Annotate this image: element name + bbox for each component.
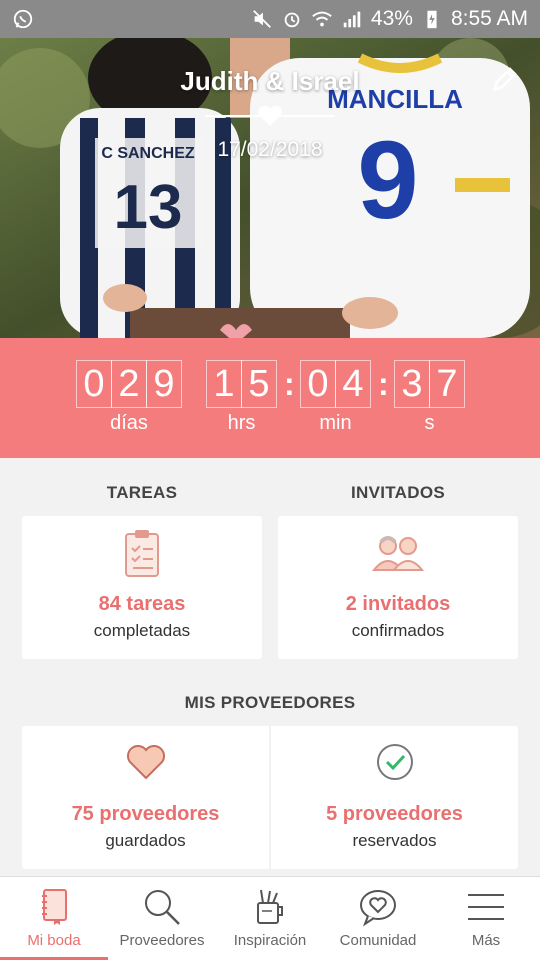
nav-mi-boda[interactable]: Mi boda xyxy=(0,877,108,960)
saved-vendors-caption: guardados xyxy=(105,831,186,850)
nav-inspiracion[interactable]: Inspiración xyxy=(216,877,324,960)
guests-card[interactable]: 2 invitados confirmados xyxy=(278,516,518,659)
wedding-date: 17/02/2018 xyxy=(217,138,323,161)
chat-heart-icon xyxy=(360,890,396,927)
clock: 8:55 AM xyxy=(450,7,528,30)
nav-label: Comunidad xyxy=(339,932,417,949)
tasks-card[interactable]: 84 tareas completadas xyxy=(22,516,262,659)
status-bar: 43% 8:55 AM xyxy=(0,0,540,38)
guests-count: 2 invitados xyxy=(345,593,451,615)
wedding-countdown: 0 2 9 días 1 5 hrs : 0 4 min : 3 7 s xyxy=(0,338,540,458)
whatsapp-icon xyxy=(13,9,33,29)
digit: 0 xyxy=(300,360,336,408)
couple-names: Judith & Israel xyxy=(180,66,360,96)
days-digits: 0 2 9 xyxy=(76,360,182,408)
digit: 0 xyxy=(76,360,112,408)
signal-icon xyxy=(343,11,361,28)
tasks-count: 84 tareas xyxy=(98,593,186,615)
battery-percent: 43% xyxy=(370,7,413,30)
checkmark-circle-icon xyxy=(376,744,413,780)
menu-icon xyxy=(468,894,504,920)
days-label: días xyxy=(110,412,148,434)
digit: 4 xyxy=(335,360,371,408)
bottom-navigation: Mi boda Proveedores Inspiración Comunida… xyxy=(0,876,540,960)
colon: : xyxy=(378,366,389,402)
vendors-title: MIS PROVEEDORES xyxy=(184,693,356,712)
digit: 1 xyxy=(206,360,242,408)
saved-vendors-count: 75 proveedores xyxy=(71,803,220,825)
tasks-title: TAREAS xyxy=(106,483,178,502)
mute-icon xyxy=(253,10,271,28)
shirt-number-left: 13 xyxy=(114,173,183,242)
clipboard-checklist-icon xyxy=(125,530,159,577)
battery-icon xyxy=(427,10,437,29)
hours-label: hrs xyxy=(227,412,256,434)
nav-label: Mi boda xyxy=(27,932,81,949)
minutes-digits: 0 4 xyxy=(300,360,371,408)
tasks-caption: completadas xyxy=(93,621,191,640)
seconds-digits: 3 7 xyxy=(394,360,465,408)
digit: 7 xyxy=(429,360,465,408)
colon: : xyxy=(284,366,295,402)
hours-digits: 1 5 xyxy=(206,360,277,408)
craft-cup-icon xyxy=(257,889,283,924)
guests-title: INVITADOS xyxy=(350,483,445,502)
booked-vendors-caption: reservados xyxy=(352,831,437,850)
notebook-icon xyxy=(42,889,67,925)
nav-comunidad[interactable]: Comunidad xyxy=(324,877,432,960)
booked-vendors-count: 5 proveedores xyxy=(326,803,463,825)
nav-label: Más xyxy=(471,932,501,949)
saved-vendors-card[interactable]: 75 proveedores guardados xyxy=(22,726,269,869)
alarm-icon xyxy=(284,12,300,28)
digit: 9 xyxy=(146,360,182,408)
search-icon xyxy=(145,890,180,925)
guests-couple-icon xyxy=(372,536,424,571)
nav-label: Inspiración xyxy=(233,932,307,949)
edit-icon[interactable] xyxy=(490,64,520,94)
nav-mas[interactable]: Más xyxy=(432,877,540,960)
heart-icon xyxy=(126,745,165,780)
booked-vendors-card[interactable]: 5 proveedores reservados xyxy=(271,726,518,869)
wifi-icon xyxy=(312,11,332,27)
couple-photo-header: C SANCHEZ 13 MANCILLA 9 Judith & Israel … xyxy=(0,38,540,338)
minutes-label: min xyxy=(319,412,352,434)
nav-proveedores[interactable]: Proveedores xyxy=(108,877,216,960)
guests-caption: confirmados xyxy=(351,621,445,640)
nav-label: Proveedores xyxy=(119,932,205,949)
heart-divider xyxy=(205,105,335,126)
digit: 3 xyxy=(394,360,430,408)
digit: 2 xyxy=(111,360,147,408)
seconds-label: s xyxy=(424,412,435,434)
digit: 5 xyxy=(241,360,277,408)
